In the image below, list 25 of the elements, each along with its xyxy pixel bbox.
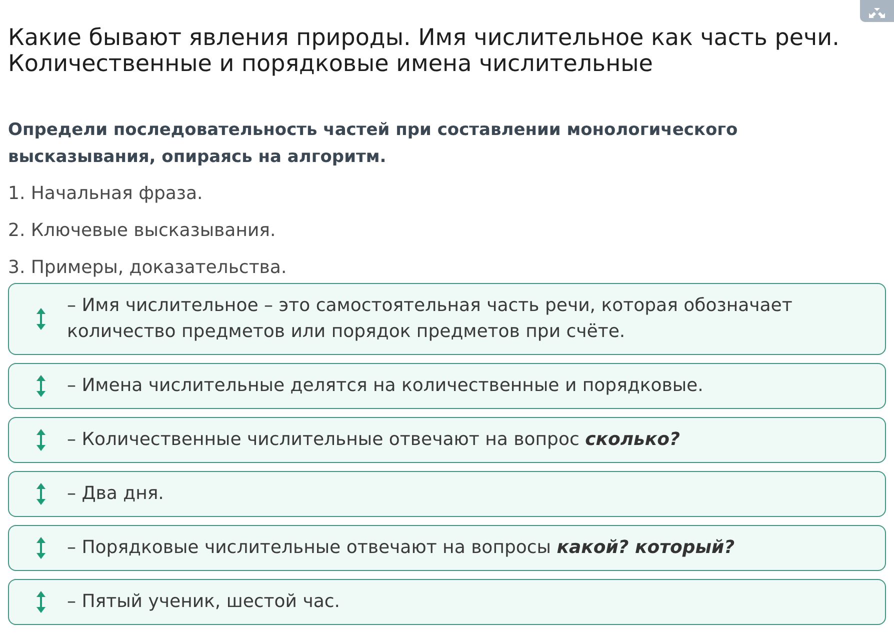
- answer-text: – Количественные числительные отвечают на вопрос сколько?: [67, 428, 680, 452]
- answer-card[interactable]: – Порядковые числительные отвечают на вопросы какой? который?: [8, 525, 886, 571]
- answer-card[interactable]: – Имя числительное – это самостоятельная часть речи, которая обозначает количество предметов или порядок предметов при счёте.: [8, 283, 886, 355]
- up-down-arrow-icon: [36, 429, 46, 451]
- answer-card[interactable]: – Имена числительные делятся на количественные и порядковые.: [8, 363, 886, 409]
- answer-card[interactable]: – Два дня.: [8, 471, 886, 517]
- fullscreen-button[interactable]: [860, 0, 894, 22]
- answer-text: – Два дня.: [67, 482, 164, 506]
- answer-card[interactable]: – Пятый ученик, шестой час.: [8, 579, 886, 625]
- algorithm-step: 1. Начальная фраза.: [8, 181, 886, 207]
- task-question: Определи последовательность частей при составлении монологического высказывания, опираясь на алгоритм.: [8, 119, 739, 169]
- answer-card[interactable]: – Количественные числительные отвечают на вопрос сколько?: [8, 417, 886, 463]
- answer-text: – Имя числительное – это самостоятельная часть речи, которая обозначает количество предметов или порядок предметов при счёте.: [67, 294, 794, 344]
- up-down-arrow-icon: [36, 483, 46, 505]
- answer-text: – Имена числительные делятся на количественные и порядковые.: [67, 374, 704, 398]
- algorithm-step: 2. Ключевые высказывания.: [8, 218, 886, 244]
- lesson-title: Какие бывают явления природы. Имя числительное как часть речи. Количественные и порядковые имена числительные: [8, 25, 840, 77]
- up-down-arrow-icon: [36, 375, 46, 397]
- answer-text: – Пятый ученик, шестой час.: [67, 590, 340, 614]
- up-down-arrow-icon: [36, 308, 46, 330]
- algorithm-step: 3. Примеры, доказательства.: [8, 255, 886, 281]
- up-down-arrow-icon: [36, 537, 46, 559]
- up-down-arrow-icon: [36, 591, 46, 613]
- expand-icon: [869, 8, 885, 18]
- answer-text: – Порядковые числительные отвечают на вопросы какой? который?: [67, 536, 735, 560]
